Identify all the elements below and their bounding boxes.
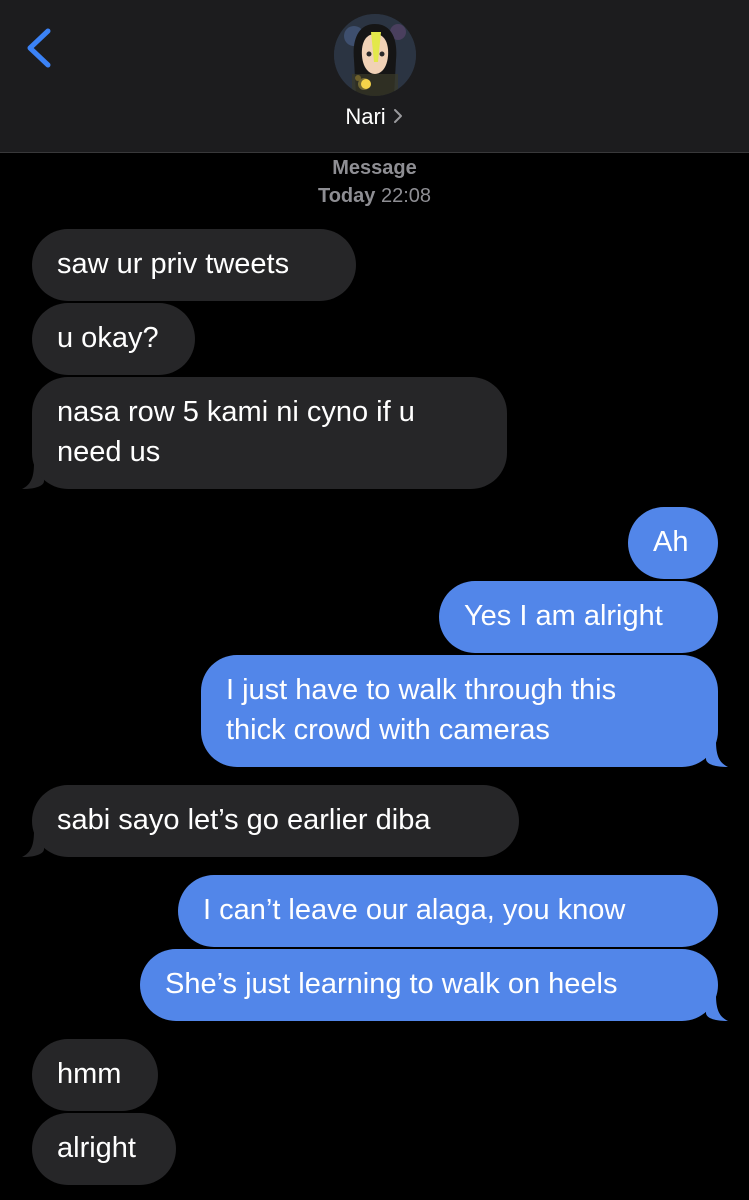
- message-text-line: Yes I am alright: [464, 600, 663, 632]
- message-text-line: u okay?: [57, 322, 159, 354]
- chevron-left-icon: [27, 28, 51, 68]
- message-text-line: sabi sayo let’s go earlier diba: [57, 804, 431, 836]
- chevron-right-icon: [392, 103, 404, 133]
- outgoing-message-bubble[interactable]: Yes I am alright: [439, 581, 718, 653]
- conversation-header: Nari: [0, 0, 749, 153]
- contact-name-button[interactable]: Nari: [0, 102, 749, 133]
- message-text-line: I just have to walk through this: [226, 674, 617, 706]
- outgoing-message-bubble[interactable]: I can’t leave our alaga, you know: [178, 875, 718, 947]
- timestamp-time: 22:08: [380, 185, 432, 207]
- timestamp-day: Today: [317, 185, 376, 207]
- outgoing-message-bubble[interactable]: She’s just learning to walk on heels: [140, 949, 718, 1021]
- message-text-line: hmm: [57, 1058, 122, 1090]
- message-text-line: thick crowd with cameras: [226, 714, 550, 746]
- message-text-line: She’s just learning to walk on heels: [165, 968, 618, 1000]
- incoming-message-bubble[interactable]: saw ur priv tweets: [32, 229, 356, 301]
- message-text-line: saw ur priv tweets: [57, 248, 290, 280]
- message-text-line: I can’t leave our alaga, you know: [203, 894, 626, 926]
- message-text-line: nasa row 5 kami ni cyno if u: [57, 396, 415, 428]
- outgoing-message-bubble[interactable]: Ah: [628, 507, 718, 579]
- incoming-message-bubble[interactable]: hmm: [32, 1039, 158, 1111]
- message-text-line: alright: [57, 1132, 136, 1164]
- service-label: Message: [332, 157, 417, 179]
- contact-name: Nari: [345, 104, 386, 129]
- back-button[interactable]: [22, 26, 58, 70]
- outgoing-message-bubble[interactable]: I just have to walk through this thick cr…: [201, 655, 718, 767]
- incoming-message-bubble[interactable]: alright: [32, 1113, 176, 1185]
- incoming-message-bubble[interactable]: nasa row 5 kami ni cyno if u need us: [32, 377, 507, 489]
- message-text-line: need us: [57, 436, 161, 468]
- avatar-image: [334, 14, 416, 96]
- incoming-message-bubble[interactable]: u okay?: [32, 303, 195, 375]
- conversation-timestamp: Today 22:08: [0, 183, 749, 209]
- contact-avatar[interactable]: [334, 14, 416, 96]
- message-text-line: Ah: [653, 526, 689, 558]
- incoming-message-bubble[interactable]: sabi sayo let’s go earlier diba: [32, 785, 519, 857]
